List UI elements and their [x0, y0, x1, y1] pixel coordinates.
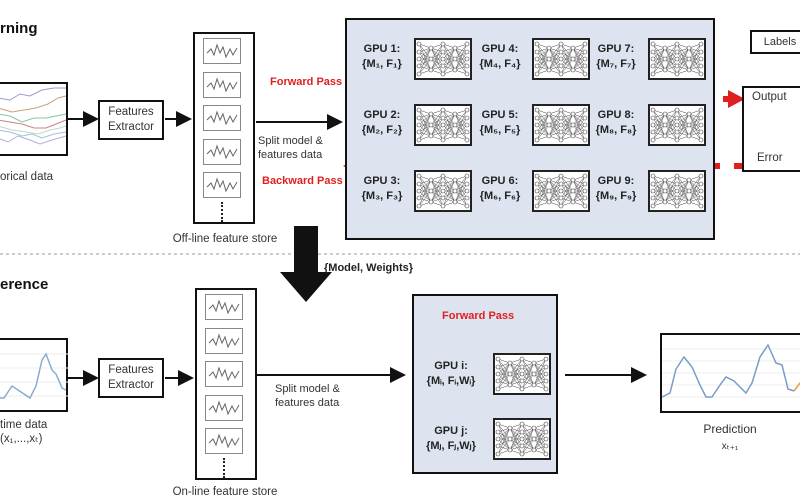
- online-store-label: On-line feature store: [172, 486, 278, 498]
- neural-network-icon: [648, 170, 706, 212]
- feature-cell: [203, 105, 241, 131]
- neural-network-icon: [493, 418, 551, 460]
- gpu-name: GPU 7:: [597, 43, 635, 55]
- gpu-set: {Mᵢ, Fᵢ,Wᵢ}: [426, 375, 476, 387]
- split-line2: features data: [275, 397, 340, 409]
- gpu-name: GPU 8:: [597, 109, 635, 121]
- neural-network-icon: [493, 353, 551, 395]
- gpu-label-3: GPU 3: {M₃, F₃}: [352, 174, 412, 204]
- backward-pass-label: Backward Pass: [262, 175, 343, 187]
- extractor-label-line1: Features: [108, 364, 154, 376]
- output-label: Output: [752, 91, 787, 103]
- forward-pass-label: Forward Pass: [270, 76, 343, 88]
- labels-box: Labels: [750, 30, 800, 54]
- gpu-label-9: GPU 9: {M₉, F₉}: [586, 174, 646, 204]
- gpu-set: {Mⱼ, Fⱼ,Wⱼ}: [426, 440, 476, 452]
- gpu-label-1: GPU 1: {M₁, F₁}: [352, 42, 412, 72]
- offline-feature-store: [193, 32, 255, 224]
- historical-data-label: orical data: [0, 171, 54, 183]
- inference-split-label: Split model & features data: [275, 382, 355, 410]
- realtime-label: time data (x₁,...,xₜ): [0, 418, 70, 446]
- neural-network-icon: [532, 38, 590, 80]
- neural-network-icon: [414, 38, 472, 80]
- feature-cell: [203, 72, 241, 98]
- prediction-label: Prediction: [703, 422, 757, 436]
- extractor-label-line2: Extractor: [107, 121, 154, 133]
- online-feature-store: [195, 288, 257, 480]
- feature-cell: [205, 361, 243, 387]
- neural-network-icon: [414, 170, 472, 212]
- gpu-name: GPU 3:: [363, 175, 401, 187]
- gpu-set: {M₃, F₃}: [361, 190, 403, 202]
- gpu-name: GPU 2:: [363, 109, 401, 121]
- gpu-set: {M₈, F₈}: [595, 124, 637, 136]
- split-line2: features data: [258, 149, 323, 161]
- training-split-label: Split model & features data: [258, 134, 338, 162]
- prediction-chart: [660, 333, 800, 413]
- features-extractor-inference: Features Extractor: [98, 358, 164, 398]
- extractor-label-line2: Extractor: [107, 379, 154, 391]
- error-label: Error: [757, 152, 783, 164]
- gpu-label-8: GPU 8: {M₈, F₈}: [586, 108, 646, 138]
- inference-section-title: erence: [0, 276, 49, 293]
- gpu-set: {M₄, F₄}: [479, 58, 521, 70]
- feature-cell: [203, 38, 241, 64]
- prediction-variable: xₜ₊₁: [721, 441, 739, 452]
- gpu-name: GPU 5:: [481, 109, 519, 121]
- features-extractor-training: Features Extractor: [98, 100, 164, 140]
- feature-cell: [203, 172, 241, 198]
- gpu-label-5: GPU 5: {M₅, F₅}: [470, 108, 530, 138]
- feature-cell: [205, 294, 243, 320]
- inference-forward-pass-label: Forward Pass: [442, 310, 515, 322]
- neural-network-icon: [532, 104, 590, 146]
- inference-gpu-label-2: GPU j: {Mⱼ, Fⱼ,Wⱼ}: [418, 424, 484, 454]
- gpu-label-4: GPU 4: {M₄, F₄}: [470, 42, 530, 72]
- neural-network-icon: [648, 38, 706, 80]
- more-cells-ellipsis: [223, 458, 225, 478]
- feature-cell: [205, 328, 243, 354]
- feature-cell: [205, 395, 243, 421]
- gpu-name: GPU 1:: [363, 43, 401, 55]
- gpu-name: GPU i:: [434, 360, 468, 372]
- gpu-name: GPU 9:: [597, 175, 635, 187]
- prediction-series: [661, 343, 800, 398]
- neural-network-icon: [648, 104, 706, 146]
- historical-data-chart: [0, 82, 68, 156]
- realtime-line2: (x₁,...,xₜ): [0, 433, 43, 445]
- feature-cell: [203, 139, 241, 165]
- realtime-data-chart: [0, 338, 68, 412]
- gpu-set: {M₇, F₇}: [596, 58, 636, 70]
- more-cells-ellipsis: [221, 202, 223, 222]
- training-section-title: rning: [0, 20, 38, 37]
- inference-gpu-label-1: GPU i: {Mᵢ, Fᵢ,Wᵢ}: [418, 359, 484, 389]
- offline-store-label: Off-line feature store: [172, 233, 278, 245]
- gpu-set: {M₉, F₉}: [595, 190, 637, 202]
- gpu-set: {M₂, F₂}: [361, 124, 403, 136]
- gpu-set: {M₆, F₆}: [479, 190, 521, 202]
- gpu-label-6: GPU 6: {M₆, F₆}: [470, 174, 530, 204]
- gpu-set: {M₁, F₁}: [362, 58, 402, 70]
- neural-network-icon: [532, 170, 590, 212]
- gpu-label-7: GPU 7: {M₇, F₇}: [586, 42, 646, 72]
- historical-series-lines: [0, 87, 67, 145]
- split-line1: Split model &: [275, 383, 340, 395]
- gpu-label-2: GPU 2: {M₂, F₂}: [352, 108, 412, 138]
- model-weights-label: {Model, Weights}: [324, 262, 414, 274]
- split-line1: Split model &: [258, 135, 323, 147]
- feature-cell: [205, 428, 243, 454]
- realtime-line1: time data: [0, 419, 48, 431]
- gpu-name: GPU j:: [434, 425, 468, 437]
- realtime-series: [0, 352, 68, 400]
- extractor-label-line1: Features: [108, 106, 154, 118]
- gpu-name: GPU 6:: [481, 175, 519, 187]
- gpu-set: {M₅, F₅}: [479, 124, 521, 136]
- gpu-name: GPU 4:: [481, 43, 519, 55]
- neural-network-icon: [414, 104, 472, 146]
